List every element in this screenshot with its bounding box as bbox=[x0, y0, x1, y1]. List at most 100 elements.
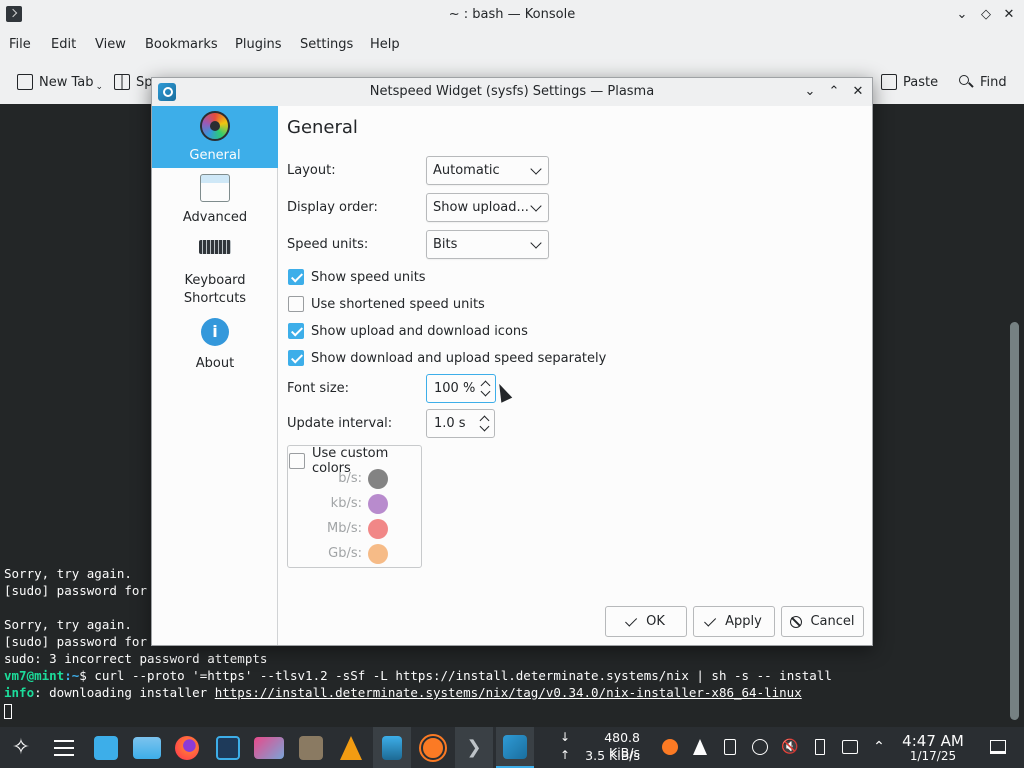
launcher-icon: ✧ bbox=[11, 735, 31, 760]
color-swatch-gbps[interactable] bbox=[368, 544, 388, 564]
usb-device-icon[interactable] bbox=[810, 737, 830, 757]
media-icon bbox=[254, 736, 284, 759]
clock-date[interactable]: 1/17/25 bbox=[900, 749, 966, 763]
keyboard-icon bbox=[199, 240, 231, 254]
task-firefox[interactable] bbox=[168, 727, 206, 768]
font-size-label: Font size: bbox=[287, 381, 350, 396]
dialog-minimize-icon[interactable]: ⌄ bbox=[799, 81, 821, 103]
settings-sidebar: General Advanced Keyboard Shortcuts i Ab… bbox=[152, 106, 278, 645]
apply-button[interactable]: Apply bbox=[693, 606, 775, 637]
task-vlc[interactable] bbox=[332, 727, 370, 768]
dialog-title: Netspeed Widget (sysfs) Settings — Plasm… bbox=[369, 84, 655, 99]
menu-help[interactable]: Help bbox=[370, 37, 400, 52]
update-interval-spinbox[interactable]: 1.0 s bbox=[426, 409, 495, 438]
taskbar: ✧ ❯ ↓ 480.8 KiB/s ↑ 3.5 KiB/s 🔇 ⌃ 4:47 A… bbox=[0, 727, 1024, 768]
close-icon[interactable]: ✕ bbox=[998, 4, 1020, 26]
sidebar-item-about[interactable]: i About bbox=[152, 310, 278, 372]
sidebar-item-advanced[interactable]: Advanced bbox=[152, 168, 278, 230]
spin-down-icon[interactable] bbox=[479, 421, 490, 432]
maximize-icon[interactable]: ◇ bbox=[975, 4, 997, 26]
new-tab-button[interactable]: New Tab ⌄ bbox=[17, 71, 103, 93]
app-launcher-button[interactable]: ✧ bbox=[2, 727, 40, 768]
task-kdenlive[interactable] bbox=[373, 727, 411, 768]
check-icon bbox=[704, 614, 717, 627]
prompt-command: $ curl --proto '=https' --tlsv1.2 -sSf -… bbox=[79, 668, 832, 683]
system-monitor-icon bbox=[216, 735, 240, 760]
color-swatch-mbps[interactable] bbox=[368, 519, 388, 539]
show-desktop-icon[interactable] bbox=[988, 737, 1008, 757]
info-text: : downloading installer bbox=[34, 685, 215, 700]
show-speed-units-checkbox[interactable]: Show speed units bbox=[288, 268, 426, 286]
dialog-maximize-icon[interactable]: ⌃ bbox=[823, 81, 845, 103]
xampp-tray-icon[interactable] bbox=[660, 737, 680, 757]
volume-muted-icon[interactable]: 🔇 bbox=[780, 737, 800, 757]
ok-button[interactable]: OK bbox=[605, 606, 687, 637]
settings-content: General Layout: Automatic Display order:… bbox=[278, 106, 872, 645]
pause-icon[interactable] bbox=[750, 737, 770, 757]
menu-view[interactable]: View bbox=[95, 37, 126, 52]
color-swatch-bps[interactable] bbox=[368, 469, 388, 489]
paste-button[interactable]: Paste bbox=[881, 71, 938, 93]
task-xampp[interactable] bbox=[414, 727, 452, 768]
terminal-info-line: info: downloading installer https://inst… bbox=[4, 684, 802, 701]
terminal-scrollbar[interactable] bbox=[1010, 322, 1019, 720]
shortened-units-checkbox[interactable]: Use shortened speed units bbox=[288, 295, 485, 313]
spin-down-icon[interactable] bbox=[480, 386, 491, 397]
menu-edit[interactable]: Edit bbox=[51, 37, 76, 52]
task-terminal[interactable]: ❯ bbox=[455, 727, 493, 768]
task-file-manager[interactable] bbox=[128, 727, 166, 768]
vlc-tray-icon[interactable] bbox=[690, 737, 710, 757]
display-order-label: Display order: bbox=[287, 200, 378, 215]
layout-select[interactable]: Automatic bbox=[426, 156, 549, 185]
task-settings[interactable] bbox=[45, 727, 83, 768]
chevron-down-icon bbox=[530, 163, 542, 175]
terminal-cursor bbox=[4, 704, 12, 719]
display-order-select[interactable]: Show upload... bbox=[426, 193, 549, 222]
check-icon bbox=[625, 614, 638, 627]
cancel-button[interactable]: Cancel bbox=[781, 606, 864, 637]
terminal-line: sudo: 3 incorrect password attempts bbox=[4, 651, 268, 666]
dialog-titlebar[interactable]: Netspeed Widget (sysfs) Settings — Plasm… bbox=[152, 78, 872, 106]
plasma-app-icon bbox=[503, 734, 527, 759]
task-discover[interactable] bbox=[87, 727, 125, 768]
dialog-close-icon[interactable]: ✕ bbox=[847, 81, 869, 103]
konsole-titlebar[interactable]: ~ : bash — Konsole ⌄ ◇ ✕ bbox=[0, 0, 1024, 30]
sidebar-item-keyboard-shortcuts[interactable]: Keyboard Shortcuts bbox=[152, 230, 278, 310]
speed-separately-checkbox[interactable]: Show download and upload speed separatel… bbox=[288, 349, 606, 367]
task-gimp[interactable] bbox=[292, 727, 330, 768]
minimize-icon[interactable]: ⌄ bbox=[951, 4, 973, 26]
terminal-line: [sudo] password for bbox=[4, 583, 147, 598]
upload-speed: 3.5 KiB/s bbox=[585, 748, 640, 763]
task-plasma-settings[interactable] bbox=[496, 727, 534, 768]
menu-bookmarks[interactable]: Bookmarks bbox=[145, 37, 218, 52]
menu-file[interactable]: File bbox=[9, 37, 31, 52]
terminal-prompt-icon: ❯ bbox=[466, 737, 482, 758]
task-media-app[interactable] bbox=[250, 727, 288, 768]
chevron-up-icon[interactable]: ⌃ bbox=[869, 737, 889, 757]
speed-units-select[interactable]: Bits bbox=[426, 230, 549, 259]
show-icons-checkbox[interactable]: Show upload and download icons bbox=[288, 322, 528, 340]
find-button[interactable]: Find bbox=[958, 71, 1007, 93]
custom-colors-checkbox[interactable]: Use custom colors bbox=[289, 446, 421, 476]
network-icon[interactable] bbox=[840, 737, 860, 757]
sidebar-item-general[interactable]: General bbox=[152, 106, 278, 168]
clock-time[interactable]: 4:47 AM bbox=[900, 732, 966, 750]
search-icon bbox=[958, 74, 974, 90]
info-label: info bbox=[4, 685, 35, 700]
menu-settings[interactable]: Settings bbox=[300, 37, 353, 52]
layout-label: Layout: bbox=[287, 163, 336, 178]
konsole-title: ~ : bash — Konsole bbox=[448, 7, 576, 22]
settings-sliders-icon bbox=[54, 739, 74, 756]
color-wheel-icon bbox=[200, 111, 230, 141]
speed-units-label: Speed units: bbox=[287, 237, 369, 252]
menu-plugins[interactable]: Plugins bbox=[235, 37, 282, 52]
color-swatch-kbps[interactable] bbox=[368, 494, 388, 514]
split-view-button[interactable]: Sp bbox=[114, 71, 153, 93]
firefox-icon bbox=[175, 735, 199, 760]
installer-link[interactable]: https://install.determinate.systems/nix/… bbox=[215, 685, 802, 700]
task-system-monitor[interactable] bbox=[209, 727, 247, 768]
netspeed-settings-dialog: Netspeed Widget (sysfs) Settings — Plasm… bbox=[151, 77, 873, 646]
color-row-gbps: Gb/s: bbox=[288, 544, 388, 564]
clipboard-icon[interactable] bbox=[720, 737, 740, 757]
font-size-spinbox[interactable]: 100 % bbox=[426, 374, 496, 403]
